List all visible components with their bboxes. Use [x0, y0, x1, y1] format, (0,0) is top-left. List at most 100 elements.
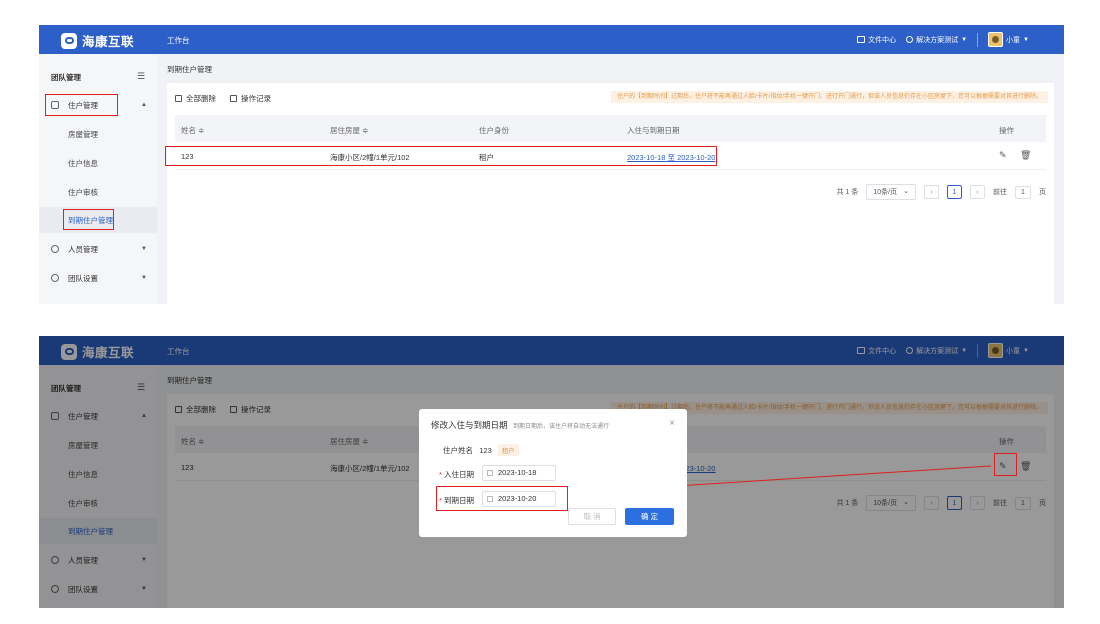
dialog-hint: 到期日期后，该住户将自动无法通行	[513, 424, 610, 430]
people-icon	[51, 245, 59, 253]
op-log-label: 操作记录	[241, 94, 271, 103]
user-menu[interactable]: 小童 ▼	[988, 32, 1029, 47]
expiry-notice: 住户的【到期时间】过期后，住户将不能再通过人脸/卡片/指纹/手机一键开门、进行开…	[610, 91, 1048, 103]
log-icon	[230, 95, 237, 102]
checkin-label: 入住日期	[444, 470, 475, 479]
main-content: 到期住户管理 全部删除 操作记录 住户的【到期时间】过期后，住户将不能再通过人脸…	[157, 54, 1064, 304]
resident-name-label: 住户姓名	[443, 446, 473, 455]
home-icon	[51, 101, 59, 109]
edit-icon[interactable]: ✎	[999, 151, 1008, 160]
menu-collapse-icon[interactable]: ☰	[137, 71, 145, 82]
avatar	[988, 32, 1004, 47]
page-size-select[interactable]: 10条/页 ⌄	[866, 184, 916, 200]
page-number[interactable]: 1	[947, 185, 962, 199]
checkin-date-value: 2023-10-18	[498, 468, 537, 477]
folder-icon	[857, 36, 866, 43]
page-size-value: 10条/页	[873, 189, 898, 196]
sidebar-sub-label: 到期住户管理	[68, 215, 113, 225]
breadcrumb: 到期住户管理	[167, 65, 212, 74]
sidebar-item-people[interactable]: 人员管理 ▼	[39, 236, 157, 262]
top-header: 海康互联 工作台 文件中心 解决方案测试 ▼ 小童 ▼	[39, 25, 1064, 54]
caret-up-icon: ▲	[141, 102, 147, 108]
caret-down-icon: ▼	[141, 275, 147, 281]
user-switch-icon	[906, 36, 914, 43]
caret-down-icon: ▼	[141, 246, 147, 252]
op-log-button[interactable]: 操作记录	[230, 93, 271, 104]
screenshot-after: 海康互联 工作台 文件中心 解决方案测试 ▼ 小童 ▼ 团队管理 ☰ 住户管理 ▲ …	[39, 336, 1064, 608]
sidebar-sub-label: 房屋管理	[68, 129, 98, 139]
brand-name: 海康互联	[82, 35, 135, 49]
next-page-button[interactable]: ›	[970, 185, 985, 199]
pagination: 共 1 条 10条/页 ⌄ ‹ 1 › 前往 1 页	[837, 184, 1046, 200]
sidebar-item-resident[interactable]: 住户管理 ▲	[39, 92, 157, 118]
caret-down-icon: ▼	[1023, 36, 1029, 43]
trash-icon	[175, 95, 182, 102]
sidebar-sub-review[interactable]: 住户审核	[39, 179, 157, 205]
confirm-button[interactable]: 确 定	[625, 508, 674, 525]
screenshot-before: 海康互联 工作台 文件中心 解决方案测试 ▼ 小童 ▼ 团队管理 ☰ 住户管理 ▲ …	[39, 25, 1064, 304]
sidebar-item-label: 人员管理	[68, 244, 98, 254]
chevron-down-icon: ⌄	[903, 188, 909, 195]
calendar-icon	[487, 470, 493, 476]
col-role: 住户身份	[479, 126, 509, 135]
table-header: 姓名 ≑ 居住房屋 ≑ 住户身份 入住与到期日期 操作	[175, 115, 1046, 142]
close-icon[interactable]: ×	[669, 418, 675, 429]
dialog-title: 修改入住与到期日期	[431, 420, 508, 430]
checkin-date-input[interactable]: 2023-10-18	[482, 465, 556, 481]
sidebar-item-label: 住户管理	[68, 100, 98, 110]
header-divider	[977, 32, 979, 47]
start-date: 2023-10-18	[627, 153, 666, 162]
brand-logo[interactable]: 海康互联	[61, 31, 134, 50]
cell-house: 海康小区/2幢/1单元/102	[330, 153, 410, 162]
expire-label-row: * 到期日期	[439, 495, 474, 506]
end-date: 2023-10-20	[677, 153, 716, 162]
cell-name: 123	[181, 152, 194, 161]
col-dates: 入住与到期日期	[627, 126, 680, 135]
resident-name-row: 住户姓名 123 租户	[443, 444, 519, 456]
resident-name-value: 123	[479, 446, 492, 455]
sidebar-title: 团队管理	[51, 73, 81, 82]
expire-label: 到期日期	[444, 496, 475, 505]
cell-dates-link[interactable]: 2023-10-18 至 2023-10-20	[627, 152, 715, 163]
date-sep: 至	[667, 153, 675, 162]
file-center-label: 文件中心	[868, 36, 897, 44]
goto-input[interactable]: 1	[1015, 185, 1031, 199]
sidebar-sub-label: 住户审核	[68, 187, 98, 197]
col-name[interactable]: 姓名 ≑	[181, 125, 204, 136]
sidebar-item-label: 团队设置	[68, 273, 98, 283]
cloud-logo-icon	[61, 32, 77, 49]
settings-icon	[51, 274, 59, 282]
required-mark: *	[439, 496, 442, 505]
goto-label: 前往	[993, 189, 1007, 196]
sidebar-sub-label: 住户信息	[68, 158, 98, 168]
expire-date-input[interactable]: 2023-10-20	[482, 491, 556, 507]
cancel-button[interactable]: 取 消	[568, 508, 616, 525]
file-center-link[interactable]: 文件中心	[857, 35, 896, 45]
delete-icon[interactable]: 🗑	[1020, 151, 1031, 160]
role-tag: 租户	[497, 444, 519, 456]
sidebar-sub-house[interactable]: 房屋管理	[39, 121, 157, 147]
total-count: 共 1 条	[836, 189, 859, 196]
workbench-link[interactable]: 工作台	[167, 35, 190, 46]
checkin-label-row: * 入住日期	[439, 469, 474, 480]
col-house[interactable]: 居住房屋 ≑	[330, 125, 368, 136]
required-mark: *	[439, 470, 442, 479]
delete-all-button[interactable]: 全部删除	[175, 93, 216, 104]
cell-role: 租户	[479, 153, 494, 162]
caret-down-icon: ▼	[961, 36, 968, 43]
edit-dates-dialog: 修改入住与到期日期 到期日期后，该住户将自动无法通行 × 住户姓名 123 租户…	[419, 409, 687, 537]
page-unit: 页	[1039, 189, 1046, 196]
sidebar-sub-resident-info[interactable]: 住户信息	[39, 150, 157, 176]
solution-dropdown[interactable]: 解决方案测试 ▼	[906, 35, 967, 45]
table-panel: 全部删除 操作记录 住户的【到期时间】过期后，住户将不能再通过人脸/卡片/指纹/…	[165, 83, 1054, 304]
prev-page-button[interactable]: ‹	[924, 185, 939, 199]
sidebar-item-team-settings[interactable]: 团队设置 ▼	[39, 265, 157, 291]
solution-label: 解决方案测试	[916, 36, 959, 44]
sidebar: 团队管理 ☰ 住户管理 ▲ 房屋管理 住户信息 住户审核 到期住户管理 人员管理…	[39, 54, 157, 304]
table-row: 123 海康小区/2幢/1单元/102 租户 2023-10-18 至 2023…	[175, 142, 1046, 170]
sidebar-sub-expired[interactable]: 到期住户管理	[39, 207, 157, 233]
expire-date-value: 2023-10-20	[498, 494, 537, 503]
delete-all-label: 全部删除	[186, 94, 216, 103]
user-name: 小童	[1006, 36, 1021, 44]
col-actions: 操作	[999, 126, 1014, 135]
